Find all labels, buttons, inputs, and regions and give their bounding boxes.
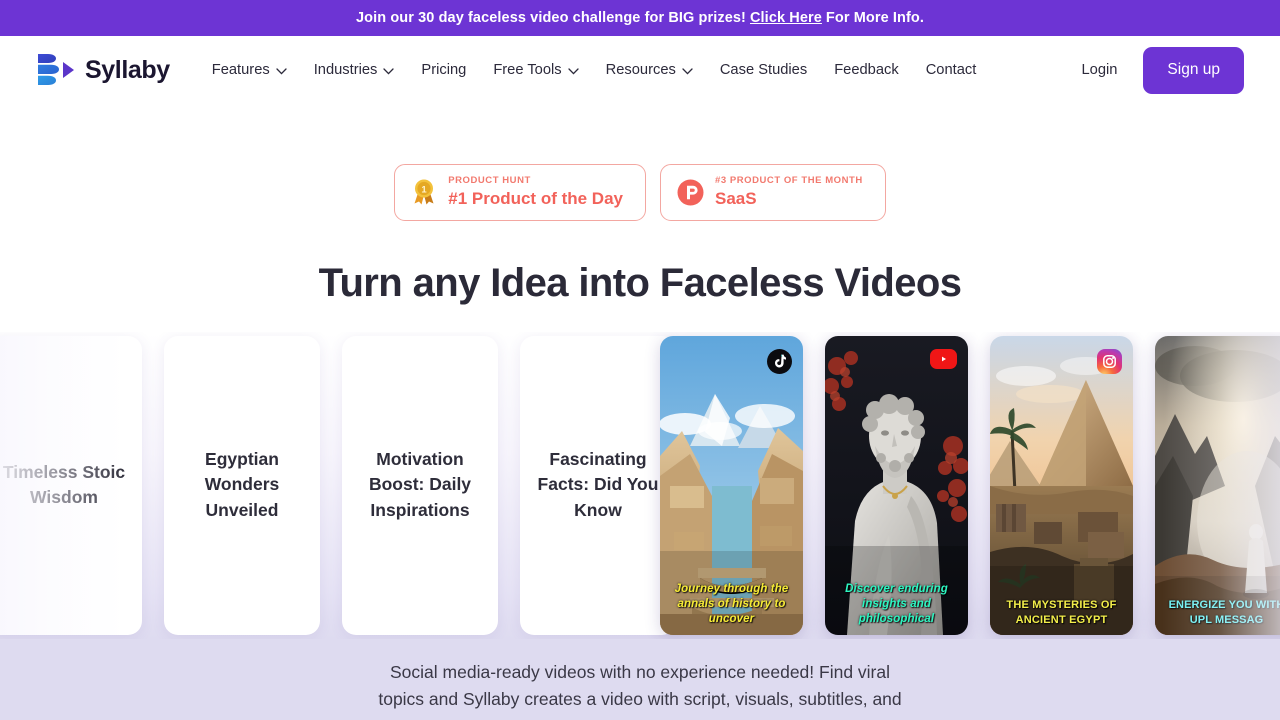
idea-card[interactable]: Egyptian Wonders Unveiled — [164, 335, 320, 635]
youtube-icon[interactable] — [930, 348, 957, 369]
svg-text:1: 1 — [422, 185, 428, 196]
nav-label: Feedback — [834, 62, 899, 78]
chevron-down-icon — [383, 67, 395, 75]
gold-medal-icon: 1 — [411, 178, 437, 206]
award-badges: 1 PRODUCT HUNT #1 Product of the Day #3 … — [0, 164, 1280, 221]
nav-label: Free Tools — [493, 62, 562, 78]
badge-title: SaaS — [715, 188, 757, 208]
badge-text: #3 PRODUCT OF THE MONTH SaaS — [715, 175, 863, 210]
announcement-link[interactable]: Click Here — [750, 10, 822, 26]
syllaby-play-logo-icon — [34, 51, 76, 89]
idea-card-text: Motivation Boost: Daily Inspirations — [368, 449, 472, 520]
egypt-pyramid-thumbnail — [990, 335, 1133, 635]
hero-section: 1 PRODUCT HUNT #1 Product of the Day #3 … — [0, 104, 1280, 306]
nav-item-industries[interactable]: Industries — [314, 62, 395, 78]
chevron-down-icon — [276, 67, 287, 75]
idea-card-text: Timeless Stoic Wisdom — [2, 461, 126, 508]
badge-product-of-the-day[interactable]: 1 PRODUCT HUNT #1 Product of the Day — [394, 164, 646, 221]
carousel-track[interactable]: Timeless Stoic Wisdom Egyptian Wonders U… — [0, 335, 1280, 635]
hero-subtitle-line-2: topics and Syllaby creates a video with … — [378, 688, 902, 709]
login-link[interactable]: Login — [1081, 62, 1117, 78]
brand-logo[interactable]: Syllaby — [34, 51, 170, 89]
nav-item-contact[interactable]: Contact — [926, 62, 977, 78]
nav-label: Case Studies — [719, 62, 808, 78]
nav-label: Industries — [313, 62, 378, 78]
badge-text: PRODUCT HUNT #1 Product of the Day — [448, 175, 623, 210]
nav-item-resources[interactable]: Resources — [606, 62, 693, 78]
video-caption: Discover enduring insights and philosoph… — [845, 583, 948, 625]
video-caption: Journey through the annals of history to… — [674, 583, 789, 625]
chevron-down-icon — [682, 67, 693, 75]
product-hunt-p-icon — [677, 179, 704, 206]
header-actions: Login Sign up — [1081, 46, 1244, 94]
sign-up-button[interactable]: Sign up — [1143, 46, 1244, 94]
main-navigation: Features Industries Pricing Free Tools R… — [212, 62, 1082, 78]
badge-title: #1 Product of the Day — [448, 188, 623, 208]
announcement-banner: Join our 30 day faceless video challenge… — [0, 0, 1280, 36]
brand-name: Syllaby — [85, 55, 170, 84]
nav-item-features[interactable]: Features — [212, 62, 287, 78]
tiktok-icon[interactable] — [767, 348, 792, 374]
video-caption: ENERGIZE YOU WITH UPL MESSAG — [1168, 599, 1280, 626]
idea-card-text: Egyptian Wonders Unveiled — [204, 449, 280, 520]
nav-label: Pricing — [421, 62, 467, 78]
instagram-icon[interactable] — [1097, 348, 1122, 374]
nav-item-pricing[interactable]: Pricing — [421, 62, 466, 78]
nav-item-free-tools[interactable]: Free Tools — [493, 62, 579, 78]
idea-card[interactable]: Fascinating Facts: Did You Know — [520, 335, 676, 635]
nav-label: Contact — [925, 62, 977, 78]
chevron-down-icon — [567, 67, 579, 75]
video-caption: THE MYSTERIES OF ANCIENT EGYPT — [1006, 599, 1117, 626]
badge-product-of-the-month[interactable]: #3 PRODUCT OF THE MONTH SaaS — [660, 164, 886, 221]
idea-card[interactable]: Timeless Stoic Wisdom — [0, 335, 142, 635]
video-card[interactable]: Discover enduring insights and philosoph… — [825, 335, 968, 635]
video-card[interactable]: Journey through the annals of history to… — [660, 335, 803, 635]
announcement-text-after: For More Info. — [825, 10, 924, 26]
mountain-figure-thumbnail — [1155, 335, 1280, 635]
video-card[interactable]: THE MYSTERIES OF ANCIENT EGYPT — [990, 335, 1133, 635]
badge-kicker: #3 PRODUCT OF THE MONTH — [715, 175, 863, 186]
idea-card[interactable]: Motivation Boost: Daily Inspirations — [342, 335, 498, 635]
hero-subtitle-section: Social media-ready videos with no experi… — [0, 638, 1280, 720]
nav-item-case-studies[interactable]: Case Studies — [720, 62, 807, 78]
page-title: Turn any Idea into Faceless Videos — [318, 260, 962, 305]
badge-kicker: PRODUCT HUNT — [448, 175, 531, 186]
idea-card-text: Fascinating Facts: Did You Know — [537, 449, 659, 520]
nav-item-feedback[interactable]: Feedback — [834, 62, 899, 78]
video-carousel[interactable]: Timeless Stoic Wisdom Egyptian Wonders U… — [0, 331, 1280, 639]
video-card[interactable]: ENERGIZE YOU WITH UPL MESSAG — [1155, 335, 1280, 635]
announcement-text-before: Join our 30 day faceless video challenge… — [356, 10, 746, 26]
hero-subtitle-line-1: Social media-ready videos with no experi… — [390, 661, 890, 682]
nav-label: Features — [211, 62, 270, 78]
nav-label: Resources — [605, 62, 676, 78]
site-header: Syllaby Features Industries Pricing Free… — [0, 36, 1280, 104]
